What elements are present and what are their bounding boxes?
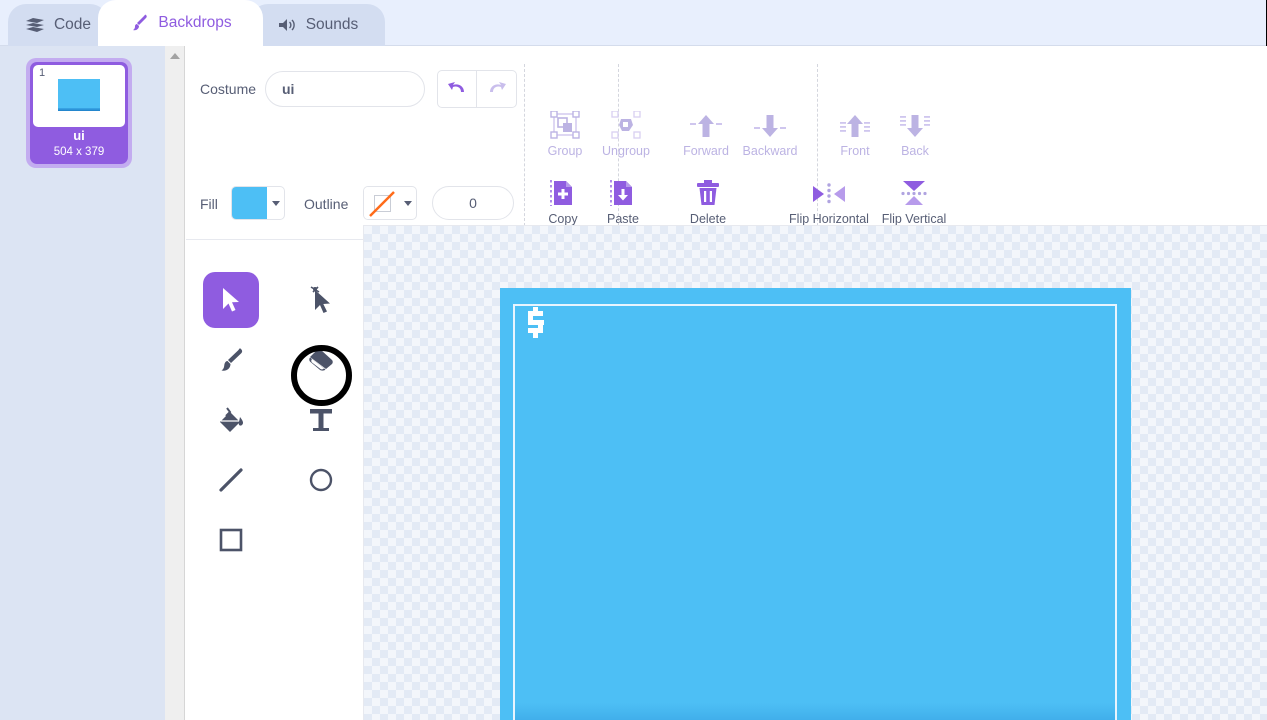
thumbnail-canvas: 1 xyxy=(33,65,125,127)
ungroup-label: Ungroup xyxy=(602,144,650,158)
tool-reshape[interactable] xyxy=(293,272,349,328)
group-label: Group xyxy=(547,144,583,158)
copy-label: Copy xyxy=(548,212,578,226)
flip-vertical-icon xyxy=(899,177,929,207)
sidebar-scrollbar[interactable] xyxy=(165,46,185,720)
costume-label: Costume xyxy=(200,81,257,97)
arrow-up-stack-icon xyxy=(838,109,872,139)
tool-palette xyxy=(186,246,363,720)
ungroup-icon xyxy=(611,109,641,139)
backward-button[interactable]: Backward xyxy=(733,109,807,158)
paintbrush-icon xyxy=(129,13,149,33)
chevron-down-icon xyxy=(399,187,416,219)
flip-horizontal-icon xyxy=(809,177,849,207)
redo-button[interactable] xyxy=(477,71,516,107)
fill-color-preview xyxy=(232,187,268,219)
tool-fill[interactable] xyxy=(203,392,259,448)
artwork-outer-rect[interactable] xyxy=(500,288,1131,720)
group-icon xyxy=(550,109,580,139)
paint-panel: Costume Fill Outline xyxy=(186,46,1267,720)
artwork-inner-rect[interactable] xyxy=(513,304,1117,720)
thumbnail-artwork xyxy=(58,79,100,111)
copy-icon xyxy=(549,177,577,207)
toolbar-divider xyxy=(524,64,525,226)
arrow-up-small-icon xyxy=(689,109,723,139)
tool-circle[interactable] xyxy=(293,452,349,508)
tab-bar: Code Backdrops Sounds xyxy=(0,0,1267,46)
ungroup-button[interactable]: Ungroup xyxy=(589,109,663,158)
undo-redo-group xyxy=(437,70,517,108)
undo-button[interactable] xyxy=(438,71,478,107)
forward-button[interactable]: Forward xyxy=(669,109,743,158)
arrow-down-stack-icon xyxy=(898,109,932,139)
scroll-up-arrow-icon[interactable] xyxy=(170,53,180,59)
trash-icon xyxy=(695,177,721,207)
chevron-down-icon xyxy=(267,187,284,219)
list-item[interactable]: 1 ui 504 x 379 xyxy=(26,58,132,168)
backward-label: Backward xyxy=(742,144,798,158)
flip-vertical-button[interactable]: Flip Vertical xyxy=(859,177,969,226)
tab-code[interactable]: Code xyxy=(8,4,108,46)
stroke-width-input[interactable] xyxy=(432,186,514,220)
back-label: Back xyxy=(901,144,929,158)
backdrop-list-sidebar: 1 ui 504 x 379 xyxy=(0,46,165,720)
drawing-canvas[interactable] xyxy=(363,225,1267,720)
paint-editor-window: Code Backdrops Sounds 1 ui 504 x 379 Cos… xyxy=(0,0,1267,720)
fill-color-swatch[interactable] xyxy=(231,186,285,220)
tool-brush[interactable] xyxy=(203,332,259,388)
tab-sounds-label: Sounds xyxy=(305,16,359,34)
dollar-glyph-icon xyxy=(524,307,550,339)
paste-icon xyxy=(609,177,637,207)
tab-backdrops-label: Backdrops xyxy=(158,14,232,32)
tool-eraser[interactable] xyxy=(293,332,349,388)
thumbnail-size: 504 x 379 xyxy=(53,146,105,158)
code-blocks-icon xyxy=(25,17,45,33)
arrow-down-small-icon xyxy=(753,109,787,139)
flip-horizontal-label: Flip Horizontal xyxy=(789,212,869,226)
delete-button[interactable]: Delete xyxy=(671,177,745,226)
back-button[interactable]: Back xyxy=(878,109,952,158)
paste-button[interactable]: Paste xyxy=(586,177,660,226)
outline-label: Outline xyxy=(304,196,349,212)
front-label: Front xyxy=(840,144,870,158)
costume-name-input[interactable] xyxy=(265,71,425,107)
backdrop-thumbnail: 1 ui 504 x 379 xyxy=(30,62,128,164)
tab-backdrops[interactable]: Backdrops xyxy=(98,0,263,46)
delete-label: Delete xyxy=(689,212,727,226)
speaker-icon xyxy=(277,17,297,33)
artwork-gradient-band xyxy=(515,703,1115,720)
flip-vertical-label: Flip Vertical xyxy=(881,212,947,226)
outline-none-preview xyxy=(364,187,400,219)
fill-label: Fill xyxy=(200,196,218,212)
outline-color-swatch[interactable] xyxy=(363,186,417,220)
forward-label: Forward xyxy=(683,144,729,158)
tool-text[interactable] xyxy=(293,392,349,448)
thumbnail-name: ui xyxy=(73,128,85,143)
tab-code-label: Code xyxy=(53,16,92,34)
tool-rectangle[interactable] xyxy=(203,512,259,568)
tool-line[interactable] xyxy=(203,452,259,508)
tab-sounds[interactable]: Sounds xyxy=(250,4,385,46)
thumbnail-index: 1 xyxy=(39,67,46,79)
tool-select[interactable] xyxy=(203,272,259,328)
paste-label: Paste xyxy=(607,212,639,226)
